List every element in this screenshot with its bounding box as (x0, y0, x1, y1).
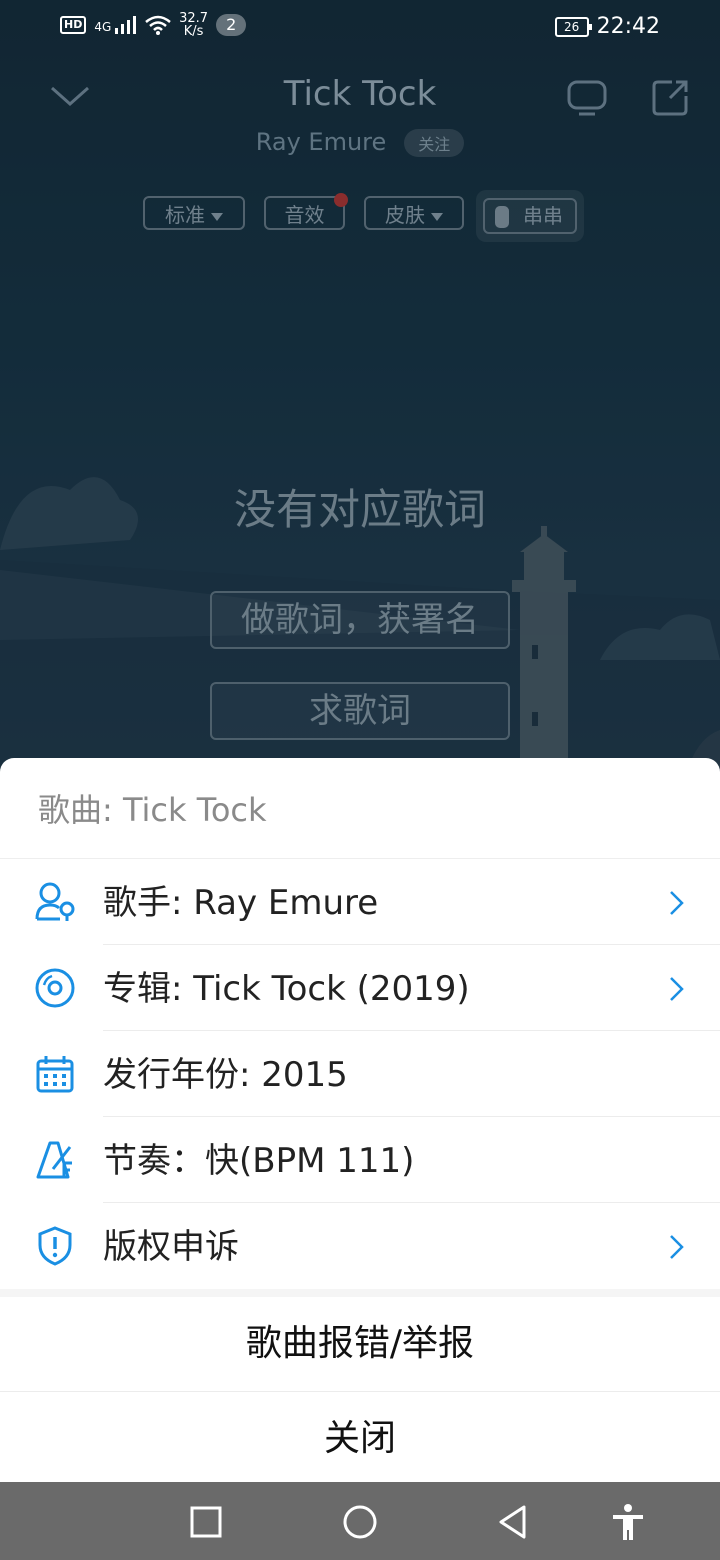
copyright-row[interactable]: 版权申诉 (0, 1203, 720, 1289)
skin-label: 皮肤 (385, 203, 425, 227)
hd-indicator: HD (60, 16, 87, 34)
singer-row[interactable]: 歌手: Ray Emure (0, 859, 720, 945)
recent-apps-icon[interactable] (186, 1502, 226, 1542)
shield-icon (38, 1226, 72, 1266)
system-nav-bar (0, 1482, 720, 1560)
tempo-label: 节奏：快(BPM 111) (103, 1141, 415, 1181)
tempo-row: 节奏：快(BPM 111) (0, 1117, 720, 1203)
skin-chip[interactable]: 皮肤 (364, 196, 464, 230)
clock: 22:42 (596, 14, 660, 39)
home-icon[interactable] (340, 1502, 380, 1542)
metronome-icon (36, 1141, 72, 1179)
song-info-sheet: 歌曲: Tick Tock 歌手: Ray Emure 专辑: Tick Toc… (0, 758, 720, 1482)
notification-badge: 2 (216, 14, 247, 36)
request-lyrics-button[interactable]: 求歌词 (210, 682, 510, 740)
caret-down-icon (211, 212, 223, 221)
back-icon[interactable] (494, 1502, 534, 1542)
accessibility-icon[interactable] (608, 1502, 648, 1542)
effects-label: 音效 (284, 203, 325, 227)
chuanchuan-toggle[interactable]: 串串 (476, 190, 584, 242)
chevron-right-icon (670, 1235, 684, 1259)
quality-label: 标准 (165, 203, 205, 227)
release-year-row: 发行年份: 2015 (0, 1031, 720, 1117)
signal-label: 4G (94, 20, 112, 34)
player-header: Tick Tock (0, 60, 720, 130)
player-background: HD 4G 32.7 K/s 2 26 22:42 Tick Tock Ray … (0, 0, 720, 800)
make-lyrics-button[interactable]: 做歌词，获署名 (210, 591, 510, 649)
caret-down-icon (431, 212, 443, 221)
report-button[interactable]: 歌曲报错/举报 (0, 1297, 720, 1391)
share-icon[interactable] (648, 76, 692, 120)
singer-icon (35, 882, 75, 921)
album-row[interactable]: 专辑: Tick Tock (2019) (0, 945, 720, 1031)
no-lyrics-message: 没有对应歌词 (233, 485, 486, 534)
status-bar: HD 4G 32.7 K/s 2 26 22:42 (0, 0, 720, 56)
chevron-right-icon (670, 891, 684, 915)
signal-icon: 4G (94, 16, 137, 34)
net-speed: 32.7 K/s (179, 12, 208, 38)
effects-chip[interactable]: 音效 (264, 196, 345, 230)
player-options: 标准 音效 皮肤 串串 (0, 190, 720, 242)
song-title: Tick Tock (283, 74, 437, 114)
calendar-icon (36, 1056, 74, 1093)
follow-button[interactable]: 关注 (404, 129, 465, 157)
album-label: 专辑: Tick Tock (2019) (103, 969, 470, 1009)
chevron-right-icon (670, 977, 684, 1001)
artist-line: Ray Emure 关注 (0, 128, 720, 157)
net-speed-unit: K/s (183, 24, 204, 39)
sheet-title: 歌曲: Tick Tock (0, 758, 720, 859)
battery-icon: 26 (554, 16, 592, 37)
album-icon (35, 968, 75, 1008)
wifi-icon (145, 15, 171, 35)
tv-cast-icon[interactable] (565, 76, 609, 120)
copyright-label: 版权申诉 (103, 1227, 239, 1267)
chuanchuan-label: 串串 (523, 204, 563, 228)
singer-label: 歌手: Ray Emure (103, 883, 379, 923)
release-year-label: 发行年份: 2015 (103, 1055, 348, 1095)
close-button[interactable]: 关闭 (0, 1392, 720, 1482)
toggle-knob (495, 206, 509, 228)
new-dot-badge (334, 193, 348, 207)
artist-name[interactable]: Ray Emure (256, 128, 387, 156)
quality-chip[interactable]: 标准 (143, 196, 245, 230)
